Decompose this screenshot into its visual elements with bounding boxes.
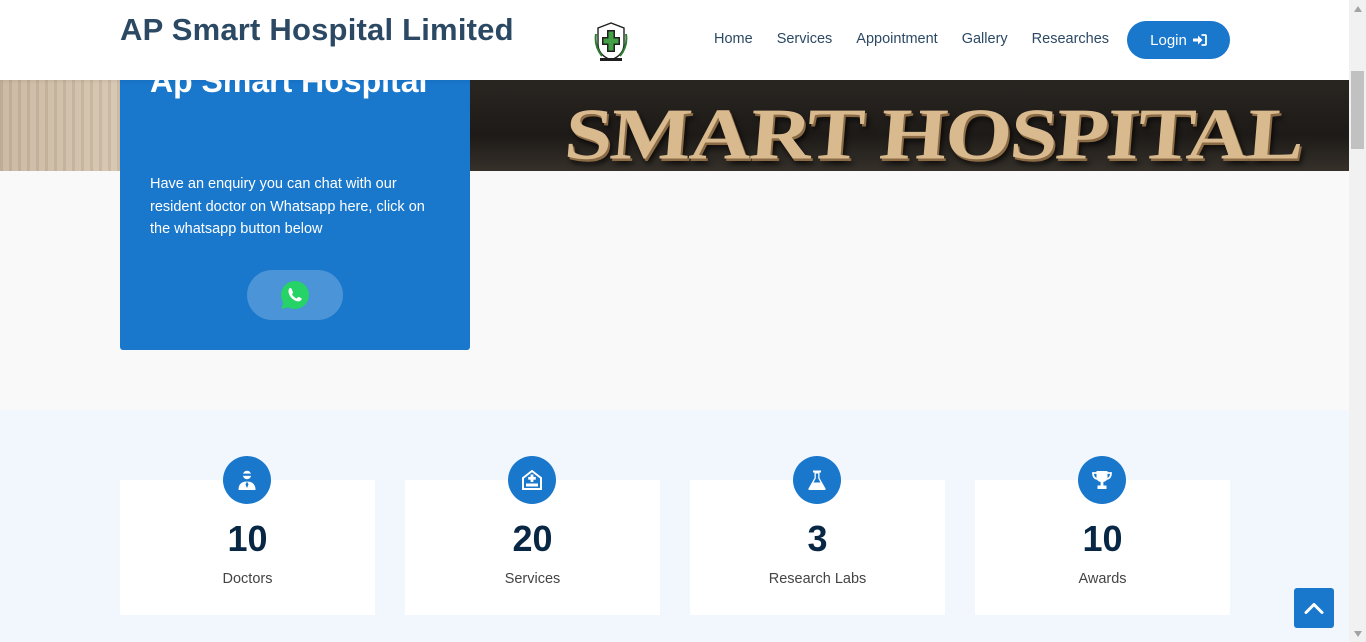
scrollbar-thumb[interactable] bbox=[1351, 71, 1364, 149]
sign-in-icon bbox=[1192, 34, 1207, 46]
count-icon-badge bbox=[508, 456, 556, 504]
enquiry-text: Have an enquiry you can chat with our re… bbox=[150, 176, 425, 237]
hospital-crest-logo[interactable] bbox=[594, 20, 628, 62]
hospital-bed-icon bbox=[522, 469, 542, 490]
count-box-doctors: 10 Doctors bbox=[120, 456, 375, 615]
page: SMART HOSPITAL AP Smart Hospital Limited… bbox=[0, 0, 1349, 642]
chevron-up-icon bbox=[1304, 603, 1324, 614]
count-value: 10 bbox=[1082, 518, 1123, 559]
site-brand[interactable]: AP Smart Hospital Limited bbox=[120, 12, 514, 48]
count-value: 10 bbox=[227, 518, 268, 559]
nav-researches[interactable]: Researches bbox=[1020, 21, 1121, 57]
count-value: 20 bbox=[512, 518, 553, 559]
site-header: AP Smart Hospital Limited Home Services … bbox=[0, 0, 1349, 80]
main-nav: Home Services Appointment Gallery Resear… bbox=[702, 21, 1121, 57]
hero-sign-image: SMART HOSPITAL bbox=[470, 80, 1349, 171]
count-box-research-labs: 3 Research Labs bbox=[690, 456, 945, 615]
login-label: Login bbox=[1150, 31, 1187, 49]
count-box-awards: 10 Awards bbox=[975, 456, 1230, 615]
nav-appointment[interactable]: Appointment bbox=[844, 21, 949, 57]
login-button[interactable]: Login bbox=[1127, 21, 1230, 59]
scroll-up-arrow[interactable] bbox=[1349, 0, 1366, 17]
nav-gallery[interactable]: Gallery bbox=[950, 21, 1020, 57]
count-label: Awards bbox=[1078, 571, 1127, 587]
whatsapp-icon bbox=[281, 281, 309, 309]
trophy-icon bbox=[1092, 471, 1112, 489]
counts-section: 10 Doctors 20 Services 3 Research Labs 1… bbox=[0, 410, 1349, 642]
count-label: Doctors bbox=[222, 571, 273, 587]
triangle-down-icon bbox=[1353, 630, 1362, 637]
back-to-top-button[interactable] bbox=[1294, 588, 1334, 628]
count-label: Research Labs bbox=[768, 571, 867, 587]
count-value: 3 bbox=[807, 518, 828, 559]
flask-icon bbox=[808, 470, 826, 490]
count-box-services: 20 Services bbox=[405, 456, 660, 615]
nav-services[interactable]: Services bbox=[765, 21, 845, 57]
count-label: Services bbox=[504, 571, 561, 587]
nav-home[interactable]: Home bbox=[702, 21, 765, 57]
count-icon-badge bbox=[1078, 456, 1126, 504]
whatsapp-enquiry-card: Ap Smart Hospital Have an enquiry you ca… bbox=[120, 45, 470, 350]
page-scrollbar[interactable] bbox=[1349, 0, 1366, 642]
hero-sign-text: SMART HOSPITAL bbox=[561, 93, 1306, 171]
count-icon-badge bbox=[793, 456, 841, 504]
triangle-up-icon bbox=[1353, 5, 1362, 12]
whatsapp-button[interactable] bbox=[247, 270, 343, 320]
scroll-down-arrow[interactable] bbox=[1349, 625, 1366, 642]
count-icon-badge bbox=[223, 456, 271, 504]
doctor-icon bbox=[238, 470, 256, 490]
